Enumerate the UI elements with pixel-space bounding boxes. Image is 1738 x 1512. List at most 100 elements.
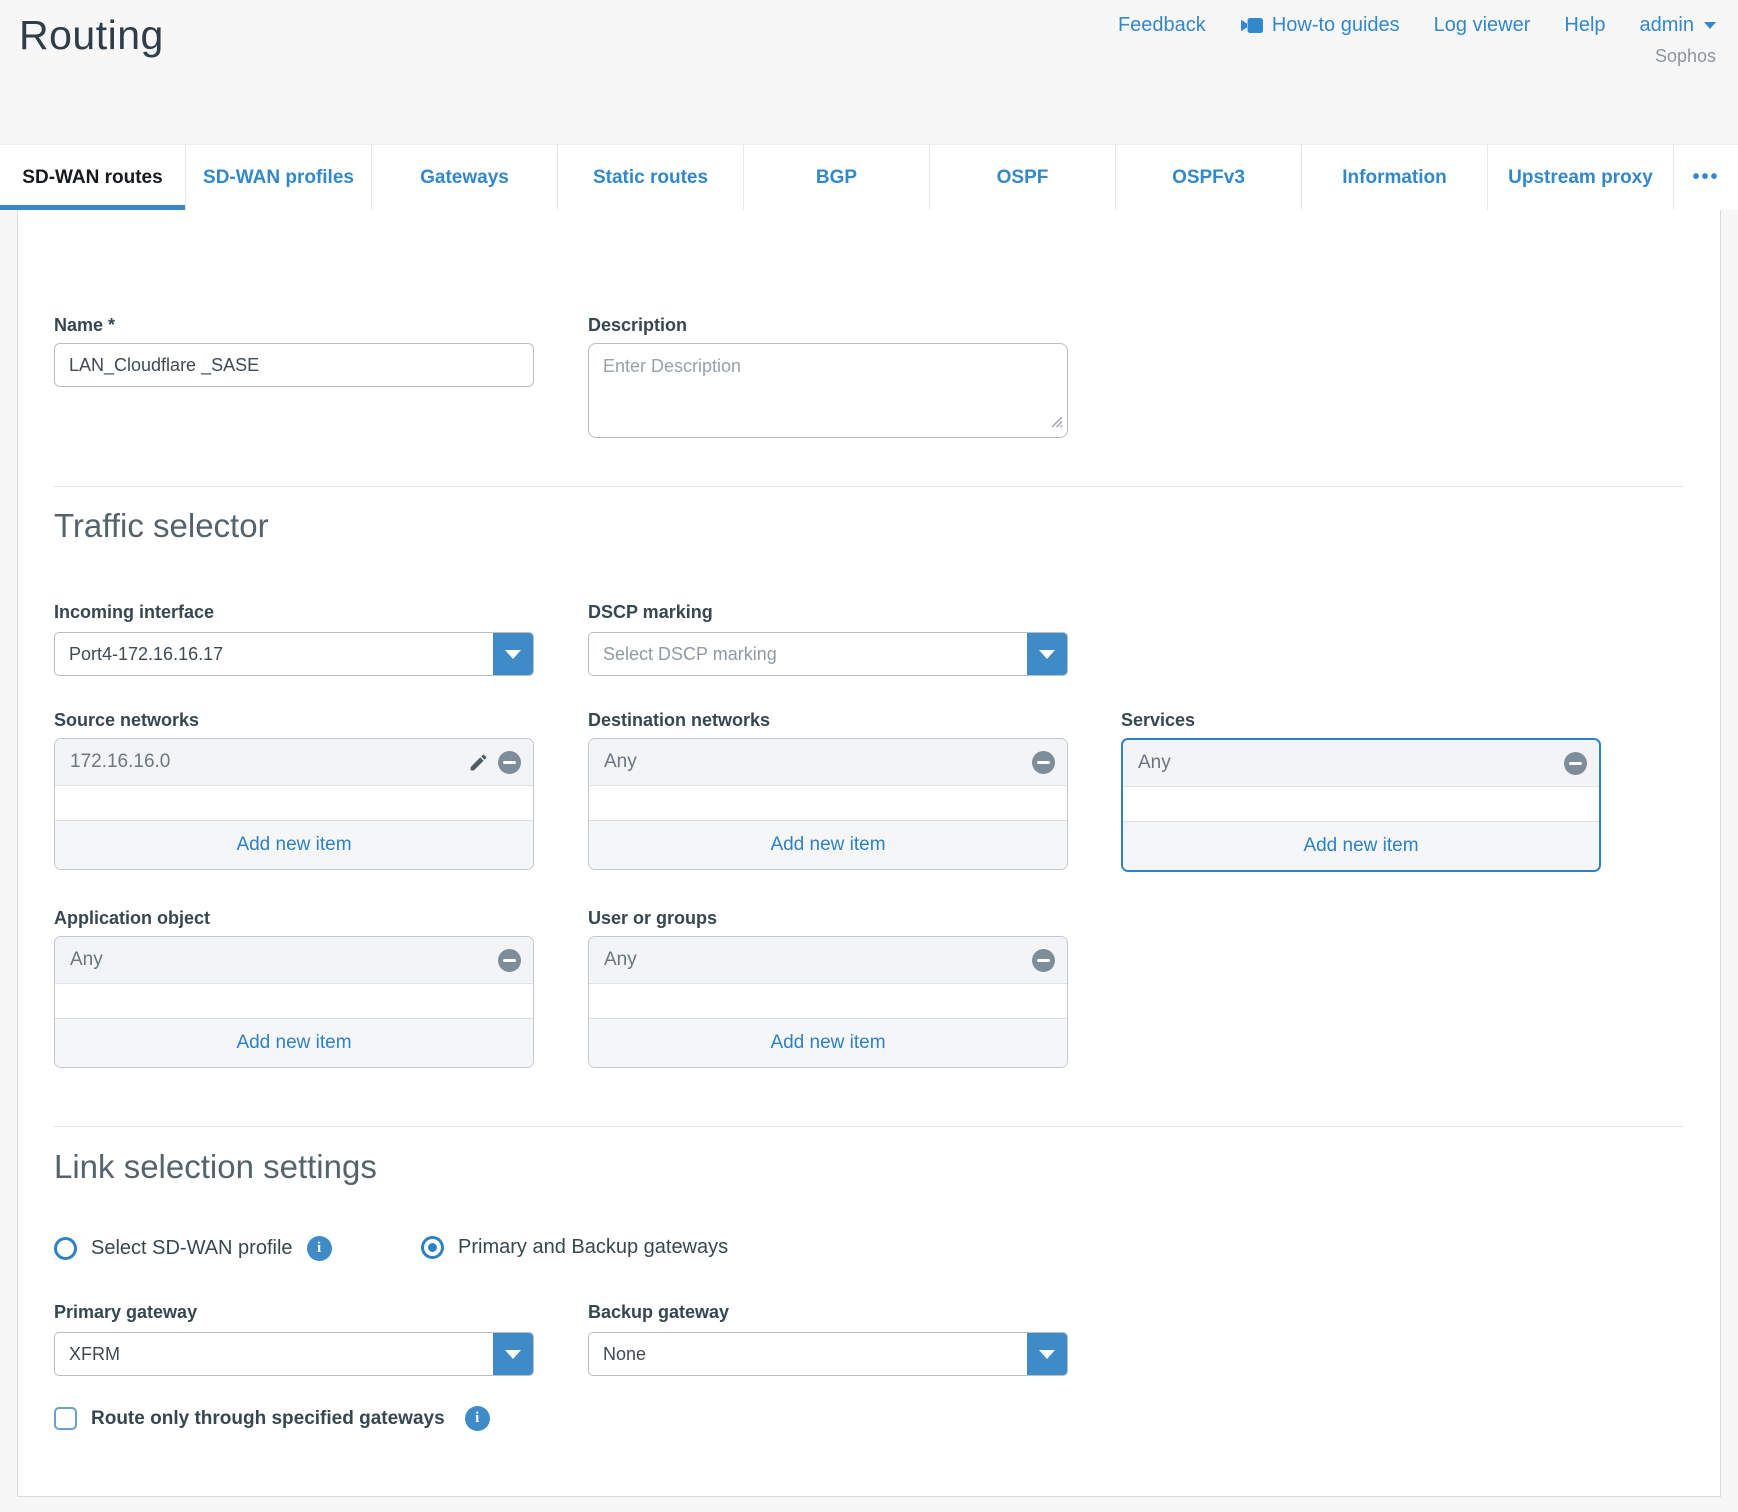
traffic-selector-heading: Traffic selector <box>54 507 269 545</box>
remove-icon[interactable] <box>1564 752 1587 775</box>
list-item: Any <box>1123 740 1599 787</box>
add-new-item-button[interactable]: Add new item <box>589 820 1067 869</box>
admin-menu-label: admin <box>1640 14 1694 37</box>
destination-network-item: Any <box>604 751 637 773</box>
backup-gateway-label: Backup gateway <box>588 1302 729 1323</box>
radio-label: Select SD-WAN profile <box>91 1237 293 1260</box>
tab-upstream-proxy[interactable]: Upstream proxy <box>1488 145 1674 210</box>
name-label: Name * <box>54 315 115 336</box>
section-divider <box>54 1126 1684 1127</box>
edit-icon[interactable] <box>468 752 489 773</box>
tab-bar: SD-WAN routes SD-WAN profiles Gateways S… <box>0 144 1738 210</box>
route-only-checkbox[interactable] <box>54 1407 77 1430</box>
incoming-interface-label: Incoming interface <box>54 602 214 623</box>
dscp-marking-select[interactable]: Select DSCP marking <box>588 632 1068 676</box>
application-object-item: Any <box>70 949 103 971</box>
feedback-link-label: Feedback <box>1118 14 1206 37</box>
list-empty-area <box>1123 787 1599 821</box>
add-new-item-label: Add new item <box>236 1032 351 1054</box>
list-empty-area <box>55 786 533 820</box>
user-or-groups-item: Any <box>604 949 637 971</box>
link-selection-heading: Link selection settings <box>54 1148 377 1186</box>
log-viewer-link[interactable]: Log viewer <box>1434 14 1531 37</box>
radio-select-sdwan-profile[interactable]: Select SD-WAN profile i <box>54 1236 332 1261</box>
brand-label: Sophos <box>1118 46 1716 67</box>
add-new-item-button[interactable]: Add new item <box>55 1018 533 1067</box>
radio-icon[interactable] <box>54 1237 77 1260</box>
tab-sdwan-profiles[interactable]: SD-WAN profiles <box>186 145 372 210</box>
user-or-groups-box: Any Add new item <box>588 936 1068 1068</box>
add-new-item-button[interactable]: Add new item <box>589 1018 1067 1067</box>
tab-more-menu[interactable]: ••• <box>1674 145 1738 210</box>
tab-static-routes[interactable]: Static routes <box>558 145 744 210</box>
howto-guides-label: How-to guides <box>1272 14 1400 37</box>
tab-gateways[interactable]: Gateways <box>372 145 558 210</box>
list-item: Any <box>589 739 1067 786</box>
list-item: 172.16.16.0 <box>55 739 533 786</box>
route-only-label[interactable]: Route only through specified gateways <box>91 1408 445 1430</box>
tab-sdwan-routes[interactable]: SD-WAN routes <box>0 145 186 210</box>
remove-icon[interactable] <box>1032 949 1055 972</box>
destination-networks-box: Any Add new item <box>588 738 1068 870</box>
tab-information[interactable]: Information <box>1302 145 1488 210</box>
tab-ospf[interactable]: OSPF <box>930 145 1116 210</box>
add-new-item-button[interactable]: Add new item <box>55 820 533 869</box>
add-new-item-label: Add new item <box>236 834 351 856</box>
remove-icon[interactable] <box>498 949 521 972</box>
add-new-item-button[interactable]: Add new item <box>1123 821 1599 870</box>
help-label: Help <box>1564 14 1605 37</box>
log-viewer-label: Log viewer <box>1434 14 1531 37</box>
radio-label: Primary and Backup gateways <box>458 1236 728 1259</box>
howto-guides-link[interactable]: How-to guides <box>1240 14 1400 37</box>
radio-primary-backup-gateways[interactable]: Primary and Backup gateways <box>421 1236 728 1259</box>
remove-icon[interactable] <box>1032 751 1055 774</box>
services-label: Services <box>1121 710 1195 731</box>
backup-gateway-value: None <box>589 1344 646 1365</box>
dscp-marking-label: DSCP marking <box>588 602 713 623</box>
header-right: Feedback How-to guides Log viewer Help a… <box>1118 14 1716 67</box>
resize-handle-icon[interactable] <box>1048 413 1063 433</box>
description-label: Description <box>588 315 687 336</box>
source-networks-label: Source networks <box>54 710 199 731</box>
source-networks-box: 172.16.16.0 Add new item <box>54 738 534 870</box>
add-new-item-label: Add new item <box>770 1032 885 1054</box>
section-divider <box>54 486 1684 487</box>
dscp-marking-placeholder: Select DSCP marking <box>589 644 777 665</box>
chevron-down-icon[interactable] <box>493 632 533 676</box>
help-link[interactable]: Help <box>1564 14 1605 37</box>
remove-icon[interactable] <box>498 751 521 774</box>
tab-bgp[interactable]: BGP <box>744 145 930 210</box>
feedback-link[interactable]: Feedback <box>1118 14 1206 37</box>
page-title: Routing <box>19 12 164 59</box>
backup-gateway-select[interactable]: None <box>588 1332 1068 1376</box>
incoming-interface-select[interactable]: Port4-172.16.16.17 <box>54 632 534 676</box>
list-item: Any <box>589 937 1067 984</box>
primary-gateway-value: XFRM <box>55 1344 120 1365</box>
list-item: Any <box>55 937 533 984</box>
incoming-interface-value: Port4-172.16.16.17 <box>55 644 223 665</box>
content-panel: Name * Description Traffic selector Inco… <box>17 210 1721 1497</box>
add-new-item-label: Add new item <box>770 834 885 856</box>
application-object-box: Any Add new item <box>54 936 534 1068</box>
add-new-item-label: Add new item <box>1303 835 1418 857</box>
name-input[interactable] <box>54 343 534 387</box>
list-empty-area <box>55 984 533 1018</box>
description-textarea[interactable] <box>588 343 1068 438</box>
chevron-down-icon[interactable] <box>1027 632 1067 676</box>
list-empty-area <box>589 786 1067 820</box>
info-icon[interactable]: i <box>307 1236 332 1261</box>
user-or-groups-label: User or groups <box>588 908 717 929</box>
primary-gateway-select[interactable]: XFRM <box>54 1332 534 1376</box>
chevron-down-icon[interactable] <box>493 1332 533 1376</box>
destination-networks-label: Destination networks <box>588 710 770 731</box>
radio-selected-icon[interactable] <box>421 1236 444 1259</box>
service-item: Any <box>1138 752 1171 774</box>
primary-gateway-label: Primary gateway <box>54 1302 197 1323</box>
chevron-down-icon <box>1704 22 1716 29</box>
tab-ospfv3[interactable]: OSPFv3 <box>1116 145 1302 210</box>
list-empty-area <box>589 984 1067 1018</box>
chevron-down-icon[interactable] <box>1027 1332 1067 1376</box>
application-object-label: Application object <box>54 908 210 929</box>
info-icon[interactable]: i <box>465 1406 490 1431</box>
admin-menu[interactable]: admin <box>1640 14 1716 37</box>
